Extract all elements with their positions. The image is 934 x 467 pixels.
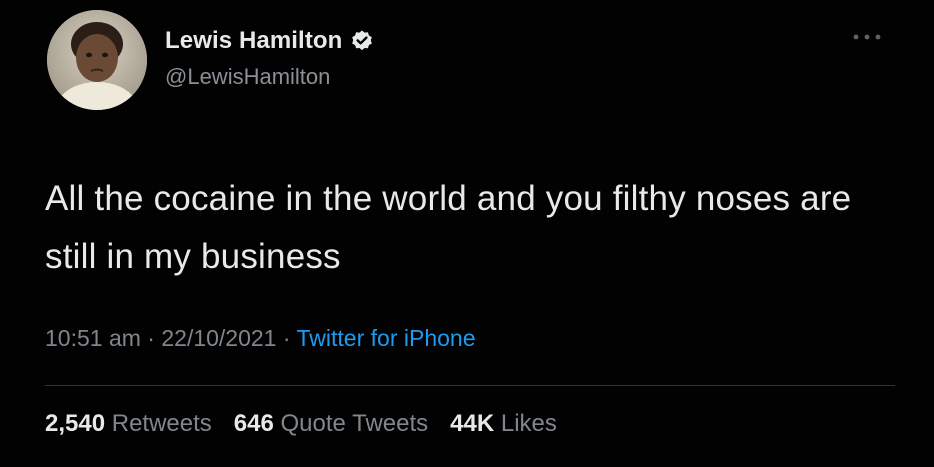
tweet-date[interactable]: 22/10/2021 xyxy=(161,325,276,351)
quote-tweets-count: 646 xyxy=(233,410,274,437)
likes-count: 44K xyxy=(450,410,495,437)
author-name-row: Lewis Hamilton xyxy=(165,27,374,55)
tweet-card: Lewis Hamilton @LewisHamilton All the co… xyxy=(0,0,934,467)
tweet-meta: 10:51 am · 22/10/2021 · Twitter for iPho… xyxy=(45,325,475,352)
author-handle[interactable]: @LewisHamilton xyxy=(165,64,330,90)
tweet-source-link[interactable]: Twitter for iPhone xyxy=(297,325,476,351)
tweet-stats: 2,540 Retweets 646 Quote Tweets 44K Like… xyxy=(45,410,557,438)
avatar-photo-icon xyxy=(47,10,147,110)
meta-separator: · xyxy=(147,325,162,351)
tweet-time[interactable]: 10:51 am xyxy=(45,325,141,351)
quote-tweets-stat[interactable]: 646 Quote Tweets xyxy=(234,410,428,438)
divider xyxy=(45,385,895,386)
retweets-count: 2,540 xyxy=(45,410,106,437)
quote-tweets-label: Quote Tweets xyxy=(280,410,429,437)
meta-separator: · xyxy=(282,325,297,351)
tweet-text: All the cocaine in the world and you fil… xyxy=(45,179,852,276)
avatar[interactable] xyxy=(47,10,147,110)
retweets-label: Retweets xyxy=(111,410,212,437)
author-display-name[interactable]: Lewis Hamilton xyxy=(165,27,342,55)
more-options-icon[interactable] xyxy=(850,30,884,44)
likes-stat[interactable]: 44K Likes xyxy=(450,410,557,438)
likes-label: Likes xyxy=(500,410,557,437)
retweets-stat[interactable]: 2,540 Retweets xyxy=(45,410,212,438)
verified-badge-icon xyxy=(350,29,374,53)
